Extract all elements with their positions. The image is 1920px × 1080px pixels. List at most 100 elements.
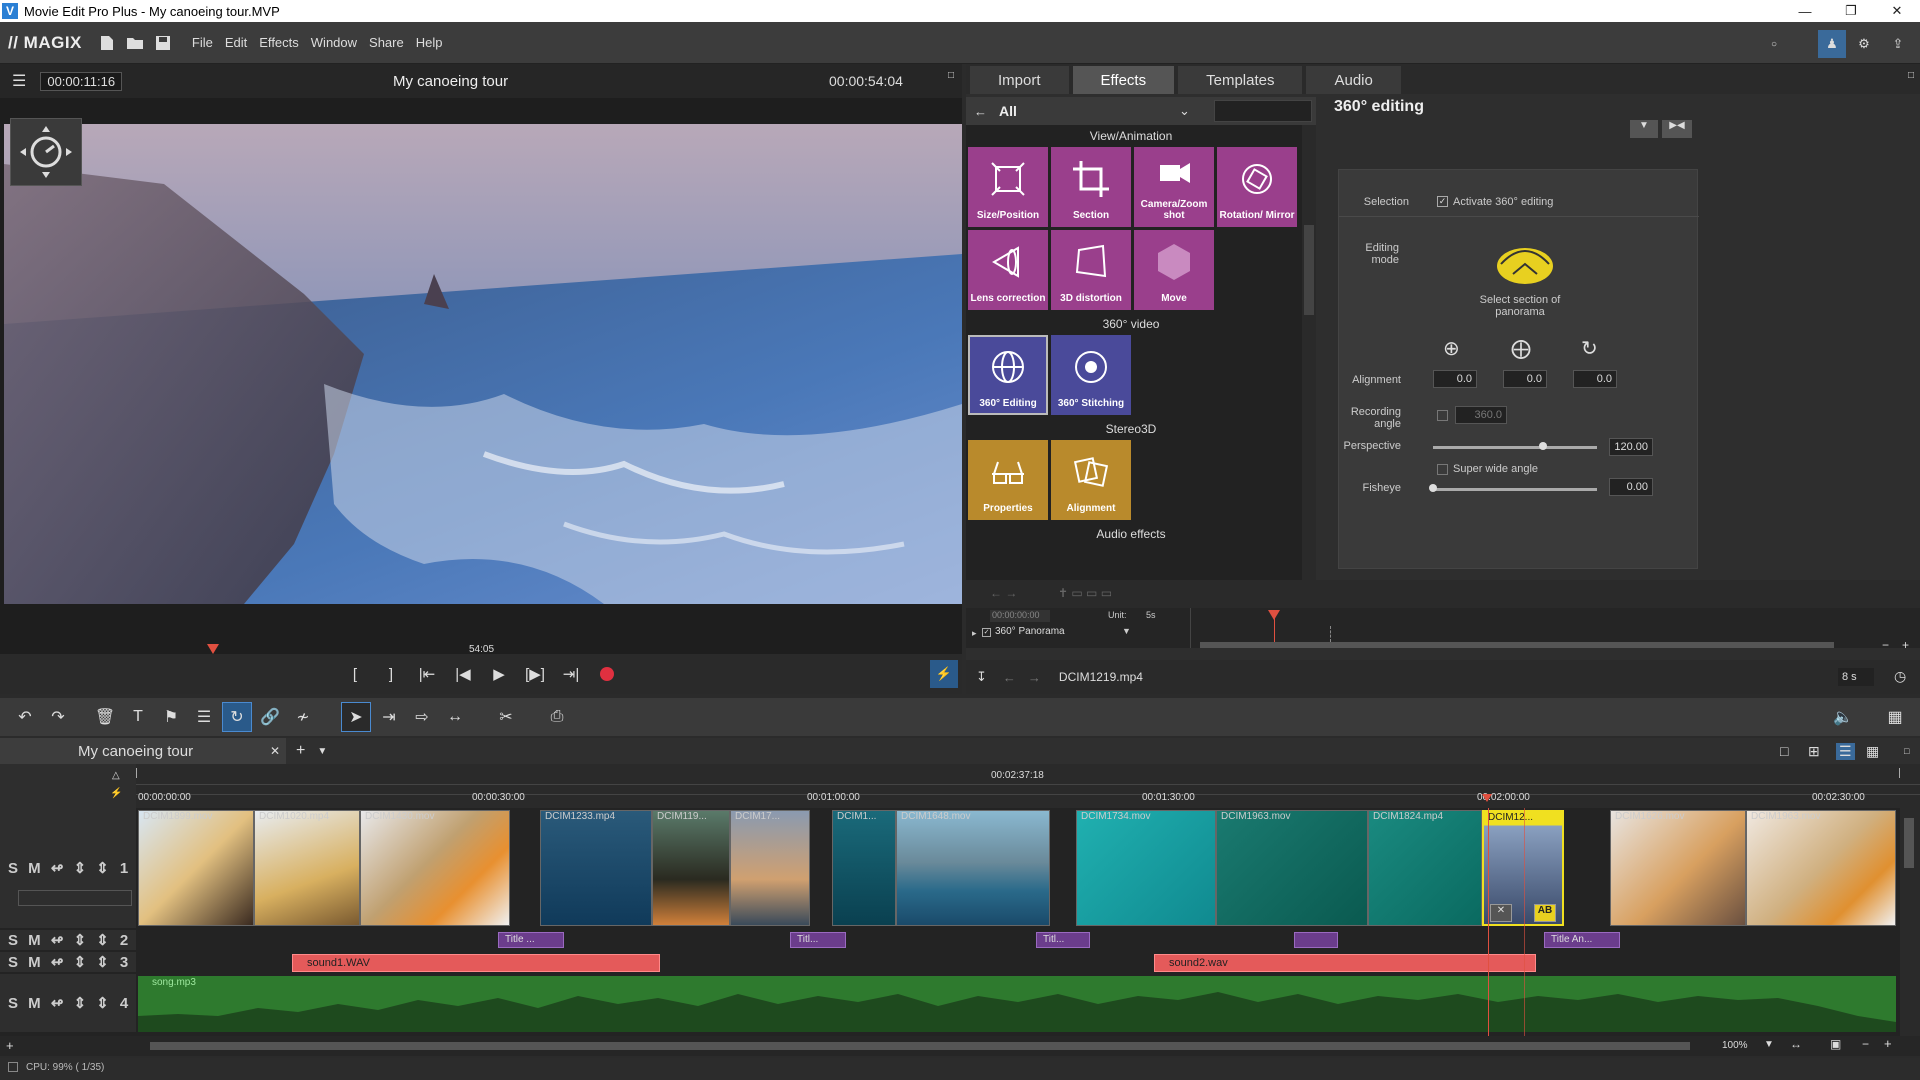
tab-list-icon[interactable]: ▼ [317, 746, 327, 757]
title-icon[interactable]: T [123, 702, 153, 732]
nav-back-icon[interactable]: ← [1003, 670, 1016, 685]
effect-stereo-alignment[interactable]: Alignment [1051, 440, 1131, 520]
snap-icon[interactable]: ⚡ [110, 788, 122, 799]
settings-icon[interactable]: ⚙ [1850, 30, 1878, 58]
back-arrow-icon[interactable]: ← [974, 104, 987, 119]
add-track-icon[interactable]: + [6, 1038, 14, 1053]
kf-track-checkbox[interactable]: ✓ [982, 628, 991, 637]
zoom-dropdown-icon[interactable]: ▼ [1764, 1039, 1774, 1050]
super-wide-checkbox[interactable] [1437, 464, 1448, 475]
lock-icon[interactable]: △ [112, 770, 120, 781]
play-range-button[interactable]: [▶] [517, 659, 553, 689]
effect-size-position[interactable]: Size/Position [968, 147, 1048, 227]
track-controls[interactable]: S M ↫ ⇕ ⇕ [8, 931, 112, 949]
close-tab-icon[interactable]: ✕ [270, 744, 280, 758]
performance-icon[interactable]: ⚡ [930, 660, 958, 688]
menu-effects[interactable]: Effects [259, 35, 299, 50]
effect-3d-distortion[interactable]: 3D distortion [1051, 230, 1131, 310]
playhead-marker[interactable] [207, 644, 219, 654]
chevron-down-icon[interactable]: ⌄ [1179, 103, 1190, 119]
mark-out-button[interactable]: ] [373, 659, 409, 689]
open-folder-icon[interactable] [124, 32, 146, 54]
video-clip[interactable]: DCIM1233.mp4 [540, 810, 652, 926]
view-grid-icon[interactable]: ⊞ [1808, 743, 1820, 760]
fisheye-input[interactable]: 0.00 [1609, 478, 1653, 496]
reset-button[interactable]: ▶◀ [1662, 120, 1692, 138]
goto-start-button[interactable]: |⇤ [409, 659, 445, 689]
pointer-tool-icon[interactable]: ➤ [341, 702, 371, 732]
effects-search-input[interactable] [1214, 100, 1312, 122]
hamburger-menu-icon[interactable]: ☰ [12, 71, 26, 91]
timeline-playhead[interactable] [1488, 808, 1489, 1040]
timeline-maximize-icon[interactable]: □ [1904, 746, 1909, 756]
new-file-icon[interactable] [96, 32, 118, 54]
effect-move[interactable]: Move [1134, 230, 1214, 310]
panel-maximize-icon[interactable]: □ [1908, 70, 1914, 81]
menu-file[interactable]: File [192, 35, 213, 50]
unlink-icon[interactable]: ≁ [288, 702, 318, 732]
tab-my-canoeing-tour[interactable]: My canoeing tour ✕ [0, 738, 286, 764]
nav-forward-icon[interactable]: → [1028, 670, 1041, 685]
marker-icon[interactable]: ⚑ [156, 702, 186, 732]
zoom-in-icon[interactable]: + [1884, 1036, 1892, 1051]
video-clip[interactable]: DCIM1020.mp4 [254, 810, 360, 926]
play-button[interactable]: ▶ [481, 659, 517, 689]
title-clip[interactable]: Title An... [1544, 932, 1620, 948]
effect-stereo-properties[interactable]: Properties [968, 440, 1048, 520]
multi-ripple-icon[interactable]: ⇨ [407, 702, 437, 732]
panorama-mode-icon[interactable] [1493, 238, 1557, 288]
music-clip[interactable]: song.mp3 [138, 976, 1896, 1032]
transition-icon[interactable]: ✕ [1490, 904, 1512, 922]
timeline-playhead-marker[interactable] [1482, 794, 1492, 802]
restore-button[interactable]: ❐ [1828, 0, 1874, 22]
effect-360-stitching[interactable]: 360° Stitching [1051, 335, 1131, 415]
loop-icon[interactable]: ↻ [222, 702, 252, 732]
recording-angle-checkbox[interactable] [1437, 410, 1448, 421]
undo-icon[interactable]: ↶ [10, 702, 40, 732]
menu-edit[interactable]: Edit [225, 35, 247, 50]
menu-share[interactable]: Share [369, 35, 404, 50]
collapse-icon[interactable]: ↧ [976, 669, 987, 685]
effect-360-editing[interactable]: 360° Editing [968, 335, 1048, 415]
zoom-level[interactable]: 100% [1722, 1040, 1748, 1051]
delete-icon[interactable]: 🗑 [90, 702, 120, 732]
ripple-tool-icon[interactable]: ⇥ [374, 702, 404, 732]
kf-zoom-out-icon[interactable]: − [1882, 638, 1889, 652]
clock-icon[interactable]: ◷ [1894, 668, 1906, 685]
activate-checkbox[interactable]: ✓ [1437, 196, 1448, 207]
video-clip[interactable]: DCIM1963.mov [1216, 810, 1368, 926]
video-clip-selected[interactable]: DCIM12... ✕ AB [1482, 810, 1564, 926]
video-clip[interactable]: DCIM1899.mov [138, 810, 254, 926]
upload-icon[interactable]: ⇪ [1884, 30, 1912, 58]
maximize-preview-icon[interactable]: □ [948, 70, 954, 81]
perspective-slider[interactable] [1433, 446, 1597, 449]
record-button[interactable] [589, 659, 625, 689]
kf-scrollbar[interactable] [1200, 642, 1834, 648]
redo-icon[interactable]: ↷ [43, 702, 73, 732]
fisheye-slider[interactable] [1433, 488, 1597, 491]
view-multicam-icon[interactable]: ▦ [1866, 743, 1879, 760]
fit-width-icon[interactable]: ↔ [1790, 1037, 1802, 1051]
track-volume-field[interactable] [18, 890, 132, 906]
audio-clip[interactable]: sound1.WAV [292, 954, 660, 972]
tab-audio[interactable]: Audio [1306, 66, 1401, 94]
preset-dropdown[interactable]: ▼ [1630, 120, 1658, 138]
menu-help[interactable]: Help [416, 35, 443, 50]
mixer-icon[interactable]: ☰ [189, 702, 219, 732]
recording-angle-input[interactable]: 360.0 [1455, 406, 1507, 424]
audio-clip[interactable]: sound2.wav [1154, 954, 1536, 972]
timeline-ruler[interactable]: 00:02:37:18 00:00:00:00 00:00:30:00 00:0… [136, 764, 1920, 808]
track-controls[interactable]: S M ↫ ⇕ ⇕ [8, 953, 112, 971]
link-icon[interactable]: 🔗 [255, 702, 285, 732]
prev-marker-button[interactable]: |◀ [445, 659, 481, 689]
tab-effects[interactable]: Effects [1072, 66, 1175, 94]
track-controls[interactable]: S M ↫ ⇕ ⇕ [8, 859, 112, 877]
kf-track-dropdown[interactable]: ▼ [1122, 626, 1131, 636]
video-clip[interactable]: DCIM1... [832, 810, 896, 926]
tab-templates[interactable]: Templates [1178, 66, 1303, 94]
fisheye-slider-knob[interactable] [1429, 484, 1437, 492]
360-navigator[interactable] [10, 118, 82, 186]
perspective-slider-knob[interactable] [1538, 442, 1547, 450]
video-clip[interactable]: DCIM1734.mov [1076, 810, 1216, 926]
save-icon[interactable] [152, 32, 174, 54]
